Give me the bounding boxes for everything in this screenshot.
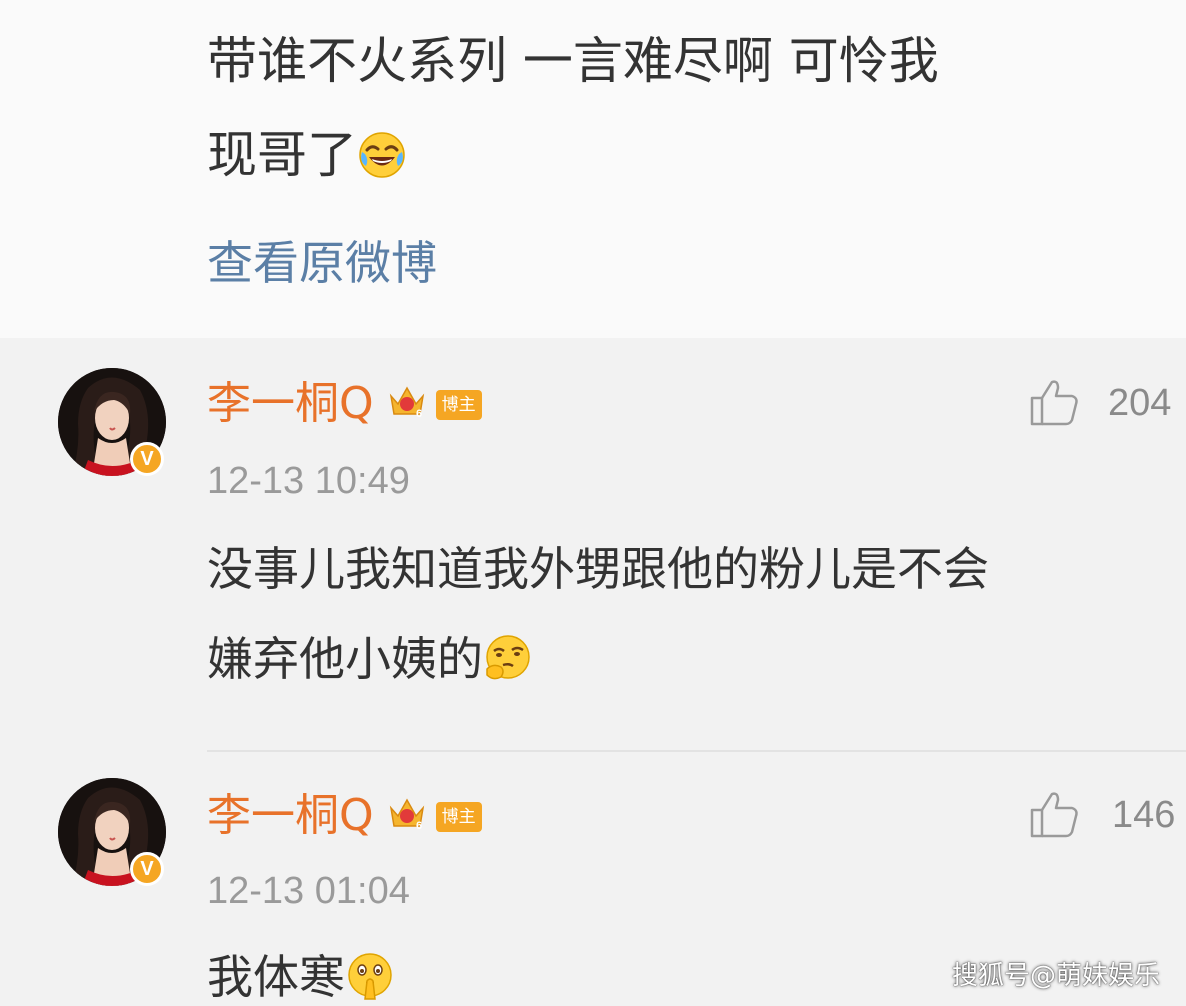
crown-level-number: 6 bbox=[416, 408, 422, 420]
blogger-badge: 博主 bbox=[435, 802, 482, 832]
view-original-weibo-link[interactable]: 查看原微博 bbox=[207, 228, 437, 298]
like-count: 146 bbox=[1112, 794, 1176, 836]
thumbs-up-icon[interactable] bbox=[1028, 376, 1080, 428]
crown-level-number: 6 bbox=[416, 820, 422, 832]
post-text-line: 现哥了 bbox=[207, 108, 1182, 202]
post-text-line-content: 现哥了 bbox=[207, 126, 357, 184]
verified-badge: V bbox=[130, 442, 164, 476]
thinking-emoji-icon bbox=[483, 633, 533, 683]
thumbs-up-icon[interactable] bbox=[1028, 788, 1080, 840]
post-text: 带谁不火系列 一言难尽啊 可怜我 现哥了 bbox=[207, 14, 1182, 202]
blogger-badge: 博主 bbox=[435, 390, 482, 420]
verified-badge: V bbox=[130, 852, 164, 886]
post-text-line: 带谁不火系列 一言难尽啊 可怜我 bbox=[207, 32, 939, 90]
comment-text: 没事儿我知道我外甥跟他的粉儿是不会 嫌弃他小姨的 bbox=[207, 524, 1167, 704]
comment-text-line-content: 我体寒 bbox=[207, 950, 345, 1004]
comment-item: V 李一桐Q 6 博主 204 12-13 10:49 没事儿我知道我外甥跟他的… bbox=[0, 338, 1186, 750]
watermark: 搜狐号@萌妹娱乐 bbox=[951, 961, 1160, 991]
like-count: 204 bbox=[1108, 382, 1172, 424]
comment-timestamp: 12-13 10:49 bbox=[207, 460, 410, 502]
shush-emoji-icon bbox=[345, 951, 395, 1001]
crown-level-icon: 6 bbox=[388, 382, 426, 420]
laughing-crying-emoji-icon bbox=[357, 130, 407, 180]
comment-text-line-content: 嫌弃他小姨的 bbox=[207, 632, 483, 686]
crown-level-icon: 6 bbox=[388, 794, 426, 832]
comment-text-line: 没事儿我知道我外甥跟他的粉儿是不会 bbox=[207, 542, 989, 596]
comment-text-line: 嫌弃他小姨的 bbox=[207, 614, 1167, 704]
comment-username[interactable]: 李一桐Q bbox=[207, 786, 374, 846]
quoted-post: 带谁不火系列 一言难尽啊 可怜我 现哥了 查看原微博 bbox=[0, 0, 1186, 338]
comment-timestamp: 12-13 01:04 bbox=[207, 870, 410, 912]
comment-username[interactable]: 李一桐Q bbox=[207, 374, 374, 434]
